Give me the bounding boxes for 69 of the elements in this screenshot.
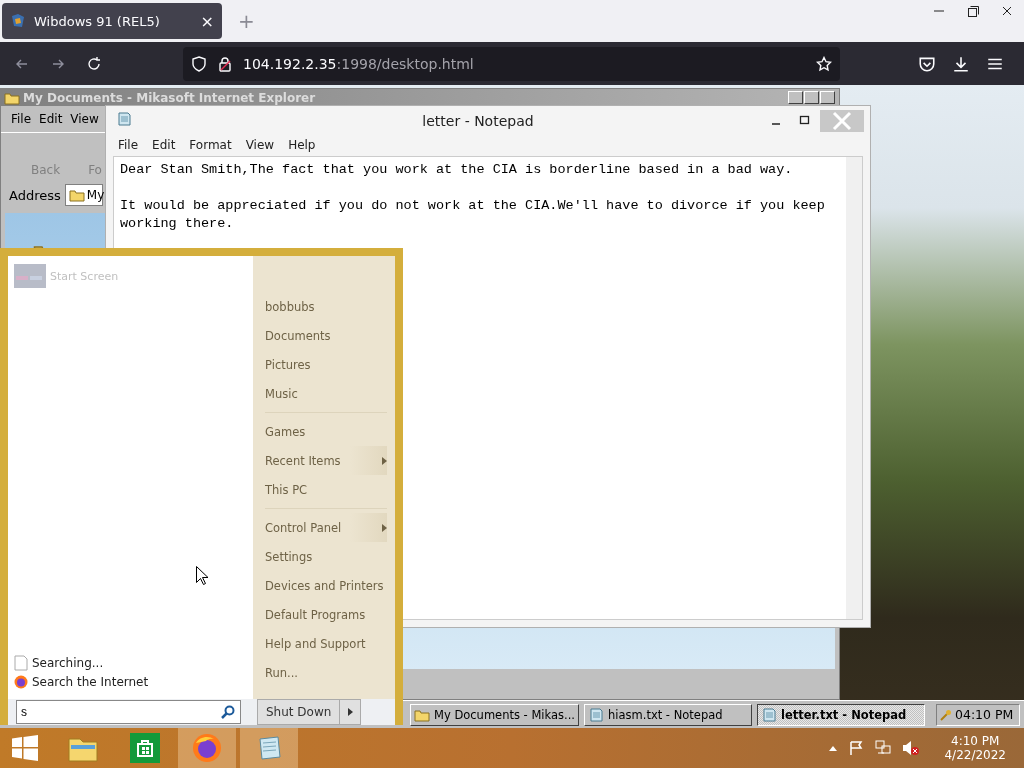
address-field[interactable]: My xyxy=(64,184,103,206)
menu-item[interactable]: Help xyxy=(288,138,316,152)
taskbar-button[interactable]: My Documents - Mikas... xyxy=(410,703,579,726)
submenu-arrow-icon xyxy=(382,456,387,465)
download-icon[interactable] xyxy=(952,54,970,73)
start-menu-link[interactable]: Music xyxy=(265,379,387,408)
lock-icon[interactable] xyxy=(217,56,233,72)
search-result[interactable]: Searching... xyxy=(14,653,247,673)
start-menu-link[interactable]: bobbubs xyxy=(265,292,387,321)
browser-tab[interactable]: Wibdows 91 (REL5) × xyxy=(2,3,222,39)
menu-item[interactable]: File xyxy=(11,112,32,126)
window-title: My Documents - Mikasoft Internet Explorer xyxy=(23,90,317,105)
menu-item[interactable]: Edit xyxy=(152,138,176,152)
shield-icon[interactable] xyxy=(191,56,207,72)
chevron-up-icon[interactable] xyxy=(828,744,839,752)
maximize-button[interactable] xyxy=(804,91,819,104)
submenu-arrow-icon xyxy=(382,523,387,532)
app-logo-icon xyxy=(10,13,26,29)
menu-item[interactable]: File xyxy=(118,138,139,152)
notepad-icon xyxy=(761,706,777,723)
flag-icon[interactable] xyxy=(848,740,865,756)
address-label: Address xyxy=(9,187,61,203)
url-text: 104.192.2.35:1998/desktop.html xyxy=(243,56,475,72)
search-result[interactable]: Search the Internet xyxy=(14,673,247,691)
menu-item[interactable]: View xyxy=(245,138,275,152)
windows-logo-icon[interactable] xyxy=(12,735,38,761)
start-menu-link[interactable]: Recent Items xyxy=(265,446,387,475)
menu-item[interactable]: View xyxy=(70,112,99,126)
start-menu-link[interactable]: Devices and Printers xyxy=(265,571,387,600)
clock[interactable]: 4:10 PM 4/22/2022 xyxy=(944,734,1006,762)
start-menu-link[interactable]: Pictures xyxy=(265,350,387,379)
start-menu-link[interactable]: This PC xyxy=(265,475,387,504)
taskbar-button[interactable]: letter.txt - Notepad xyxy=(757,703,925,726)
store-icon[interactable] xyxy=(130,733,160,763)
close-icon xyxy=(830,111,854,131)
start-menu-link[interactable]: Games xyxy=(265,417,387,446)
mouse-cursor-icon xyxy=(196,566,208,585)
start-menu-link[interactable]: Run... xyxy=(265,658,387,687)
network-icon[interactable] xyxy=(874,740,893,756)
start-menu-link[interactable]: Settings xyxy=(265,542,387,571)
notepad-icon xyxy=(116,111,132,127)
star-icon[interactable] xyxy=(816,56,832,72)
start-menu-link[interactable]: Control Panel xyxy=(265,513,387,542)
firefox-icon[interactable] xyxy=(192,733,222,763)
notepad-icon xyxy=(588,706,604,723)
close-button[interactable] xyxy=(820,91,835,104)
search-icon xyxy=(221,705,235,719)
document-icon xyxy=(14,655,28,671)
tray-clock: 04:10 PM xyxy=(936,703,1020,726)
key-icon xyxy=(940,708,952,721)
folder-icon xyxy=(68,187,85,203)
start-menu-link[interactable]: Help and Support xyxy=(265,629,387,658)
search-field[interactable]: s xyxy=(16,700,241,724)
tab-close-button[interactable]: × xyxy=(200,11,214,31)
menu-item[interactable]: Edit xyxy=(39,112,63,126)
letter-paragraph: Dear Stan Smith,The fact that you work at the CIA is borderline based in a bad way. xyxy=(120,161,794,179)
scrollbar[interactable] xyxy=(846,157,862,619)
start-menu-link[interactable]: Documents xyxy=(265,321,387,350)
speaker-muted-icon[interactable] xyxy=(902,740,921,756)
minimize-button[interactable] xyxy=(788,91,803,104)
letter-paragraph: It would be appreciated if you do not work at the CIA.We'll have to divorce if you keep working there. xyxy=(120,197,826,233)
firefox-icon xyxy=(14,675,28,689)
address-bar[interactable]: 104.192.2.35:1998/desktop.html xyxy=(183,47,840,81)
reload-icon[interactable] xyxy=(86,55,102,72)
tile-icon xyxy=(14,264,46,288)
window-title: letter - Notepad xyxy=(421,113,535,129)
menu-item[interactable]: Format xyxy=(189,138,232,152)
taskbar-button[interactable]: hiasm.txt - Notepad xyxy=(584,703,752,726)
caret-icon xyxy=(347,708,353,716)
